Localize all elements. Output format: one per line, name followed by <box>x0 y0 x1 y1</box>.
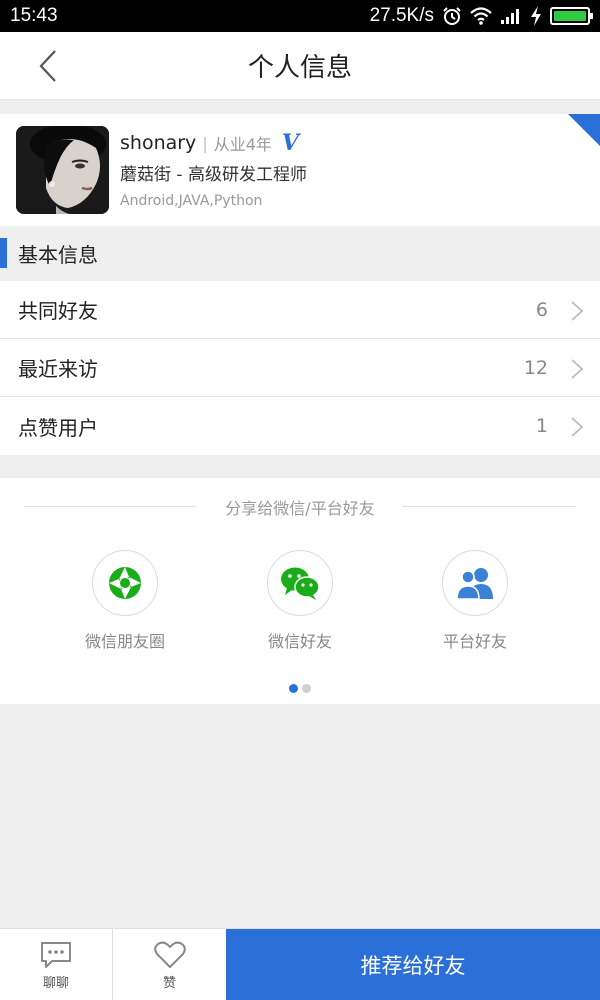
section-title: 基本信息 <box>18 243 98 267</box>
list-item-label: 最近来访 <box>18 357 98 381</box>
like-button[interactable]: 赞 <box>113 929 226 1000</box>
experience-years: 从业4年 <box>213 135 272 154</box>
pager-dot[interactable] <box>302 684 311 693</box>
profile-name-row: shonary | 从业4年 V <box>120 130 299 156</box>
list-item-count: 1 <box>535 415 548 437</box>
battery-icon <box>550 7 593 25</box>
list-item-label: 点赞用户 <box>18 415 98 440</box>
pager-dot-active[interactable] <box>289 684 298 693</box>
verified-badge: V <box>281 130 299 156</box>
avatar-portrait-image <box>16 126 109 214</box>
profile-skill-tags: Android,JAVA,Python <box>120 193 263 209</box>
status-icons: 27.5K/s <box>369 5 593 27</box>
share-label: 平台好友 <box>442 632 507 651</box>
charging-icon <box>531 6 541 26</box>
profile-name: shonary <box>120 132 197 154</box>
list-item-count: 6 <box>535 298 548 321</box>
separator: | <box>202 133 208 153</box>
wechat-icon <box>281 567 320 600</box>
heart-icon <box>153 941 186 968</box>
chevron-left-icon <box>39 50 56 82</box>
bottom-action-bar: 聊聊 赞 推荐给好友 <box>0 928 600 1000</box>
app-header: 个人信息 <box>0 32 600 100</box>
list-item-mutual-friends[interactable]: 共同好友 6 <box>0 281 600 339</box>
share-wechat-moments[interactable]: 微信朋友圈 <box>55 550 195 652</box>
status-bar: 15:43 27.5K/s <box>0 0 600 32</box>
alarm-icon <box>443 7 461 25</box>
chevron-right-icon <box>571 301 584 321</box>
pager-dots <box>0 684 600 693</box>
share-panel: 分享给微信/平台好友 微信朋友圈 微信好友 平台好友 <box>0 478 600 704</box>
profile-job-title: 蘑菇街 - 高级研发工程师 <box>120 165 307 185</box>
share-label: 微信好友 <box>267 632 332 651</box>
network-speed: 27.5K/s <box>369 5 434 26</box>
battery-level <box>554 11 586 21</box>
page-title: 个人信息 <box>247 53 352 83</box>
avatar[interactable] <box>16 126 109 214</box>
signal-icon <box>501 9 519 24</box>
share-wechat-friends[interactable]: 微信好友 <box>230 550 370 652</box>
share-icon-circle <box>267 550 333 616</box>
chevron-right-icon <box>571 359 584 379</box>
share-label: 微信朋友圈 <box>84 632 165 651</box>
list-item-recent-visitors[interactable]: 最近来访 12 <box>0 339 600 397</box>
chat-bubble-icon <box>41 941 71 968</box>
contacts-icon <box>456 568 493 600</box>
share-title: 分享给微信/平台好友 <box>225 499 375 518</box>
wifi-icon <box>470 7 492 25</box>
share-icon-circle <box>442 550 508 616</box>
ribbon-icon <box>568 114 600 146</box>
status-time: 15:43 <box>10 5 58 26</box>
recommend-to-friend-button[interactable]: 推荐给好友 <box>226 929 600 1000</box>
back-button[interactable] <box>28 46 68 86</box>
chat-label: 聊聊 <box>42 975 69 991</box>
chat-button[interactable]: 聊聊 <box>0 929 113 1000</box>
info-list: 共同好友 6 最近来访 12 点赞用户 1 <box>0 281 600 455</box>
corner-ribbon <box>568 114 600 146</box>
wechat-moments-icon <box>109 567 141 599</box>
share-icon-circle <box>92 550 158 616</box>
section-accent-bar <box>0 238 7 268</box>
list-item-label: 共同好友 <box>18 299 98 323</box>
section-header: 基本信息 <box>0 226 600 281</box>
chevron-right-icon <box>571 417 584 437</box>
like-label: 赞 <box>162 975 176 991</box>
share-platform-friends[interactable]: 平台好友 <box>405 550 545 652</box>
list-item-count: 12 <box>523 356 548 379</box>
list-item-likers[interactable]: 点赞用户 1 <box>0 397 600 455</box>
